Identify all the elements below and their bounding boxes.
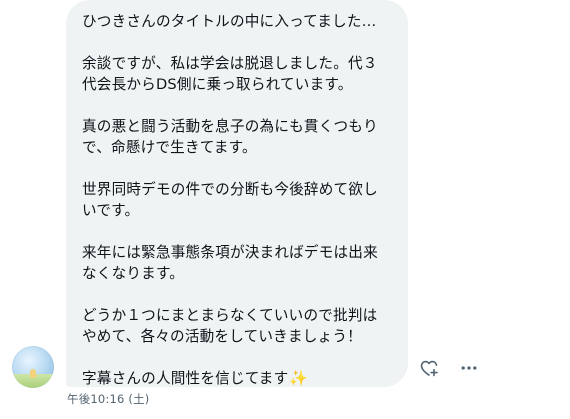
- message-bubble: ひつきさんのタイトルの中に入ってました… 余談ですが、私は学会は脱退しました。代…: [66, 0, 408, 387]
- avatar-figure: [30, 369, 36, 378]
- message-line: 来年には緊急事態条項が決まればデモは出来 なくなります。: [82, 244, 378, 282]
- message-line: どうか１つにまとまらなくていいので批判は やめて、各々の活動をしていきましょう！: [82, 307, 378, 345]
- avatar[interactable]: [12, 346, 54, 388]
- message-actions: [418, 357, 480, 379]
- sparkles-icon: ✨: [289, 369, 309, 387]
- message-line: 余談ですが、私は学会は脱退しました。代３ 代会長からDS側に乗っ取られています。: [82, 55, 378, 93]
- message-last-line: 字幕さんの人間性を信じてます✨: [82, 368, 392, 389]
- message-line: 世界同時デモの件での分断も今後辞めて欲し いです。: [82, 181, 378, 219]
- more-dots-icon[interactable]: [458, 357, 480, 379]
- message-line: ひつきさんのタイトルの中に入ってました…: [82, 13, 377, 30]
- message-line: 字幕さんの人間性を信じてます: [82, 370, 289, 387]
- heart-plus-icon[interactable]: [418, 357, 440, 379]
- message-line: 真の悪と闘う活動を息子の為にも貫くつもり で、命懸けで生きてます。: [82, 118, 378, 156]
- message-timestamp: 午後10:16 (土): [67, 392, 150, 406]
